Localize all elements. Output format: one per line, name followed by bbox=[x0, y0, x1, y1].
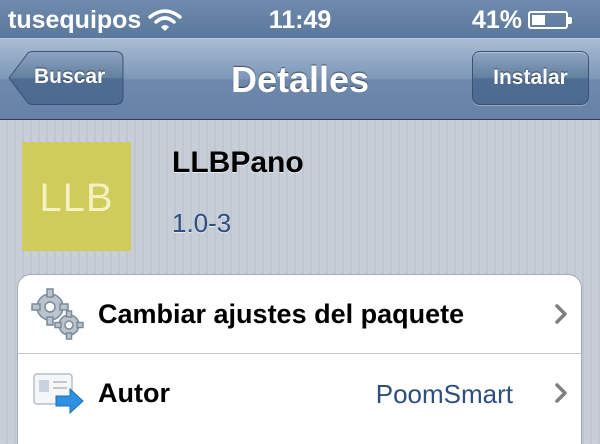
battery-percent: 41% bbox=[471, 6, 522, 34]
battery-icon bbox=[528, 11, 572, 29]
battery-level-fill bbox=[532, 15, 545, 25]
author-label: Autor bbox=[98, 378, 170, 408]
navigation-bar: Buscar Detalles Instalar bbox=[0, 38, 600, 120]
author-value: PoomSmart bbox=[375, 379, 513, 409]
gears-icon bbox=[31, 288, 84, 340]
package-icon-text: LLB bbox=[39, 176, 114, 220]
status-bar: tusequipos 11:49 41% bbox=[0, 0, 600, 38]
package-version: 1.0-3 bbox=[172, 208, 232, 238]
install-button[interactable]: Instalar bbox=[472, 51, 589, 105]
package-name: LLBPano bbox=[172, 146, 304, 179]
author-row[interactable]: Autor PoomSmart bbox=[18, 353, 581, 431]
contact-card-icon bbox=[33, 373, 84, 415]
change-settings-row[interactable]: Cambiar ajustes del paquete bbox=[18, 275, 581, 353]
package-icon: LLB bbox=[22, 142, 131, 251]
details-table: Cambiar ajustes del paquete Autor PoomSm… bbox=[17, 274, 582, 444]
chevron-right-icon bbox=[555, 383, 567, 403]
chevron-right-icon bbox=[555, 304, 567, 324]
change-settings-label: Cambiar ajustes del paquete bbox=[98, 299, 465, 329]
